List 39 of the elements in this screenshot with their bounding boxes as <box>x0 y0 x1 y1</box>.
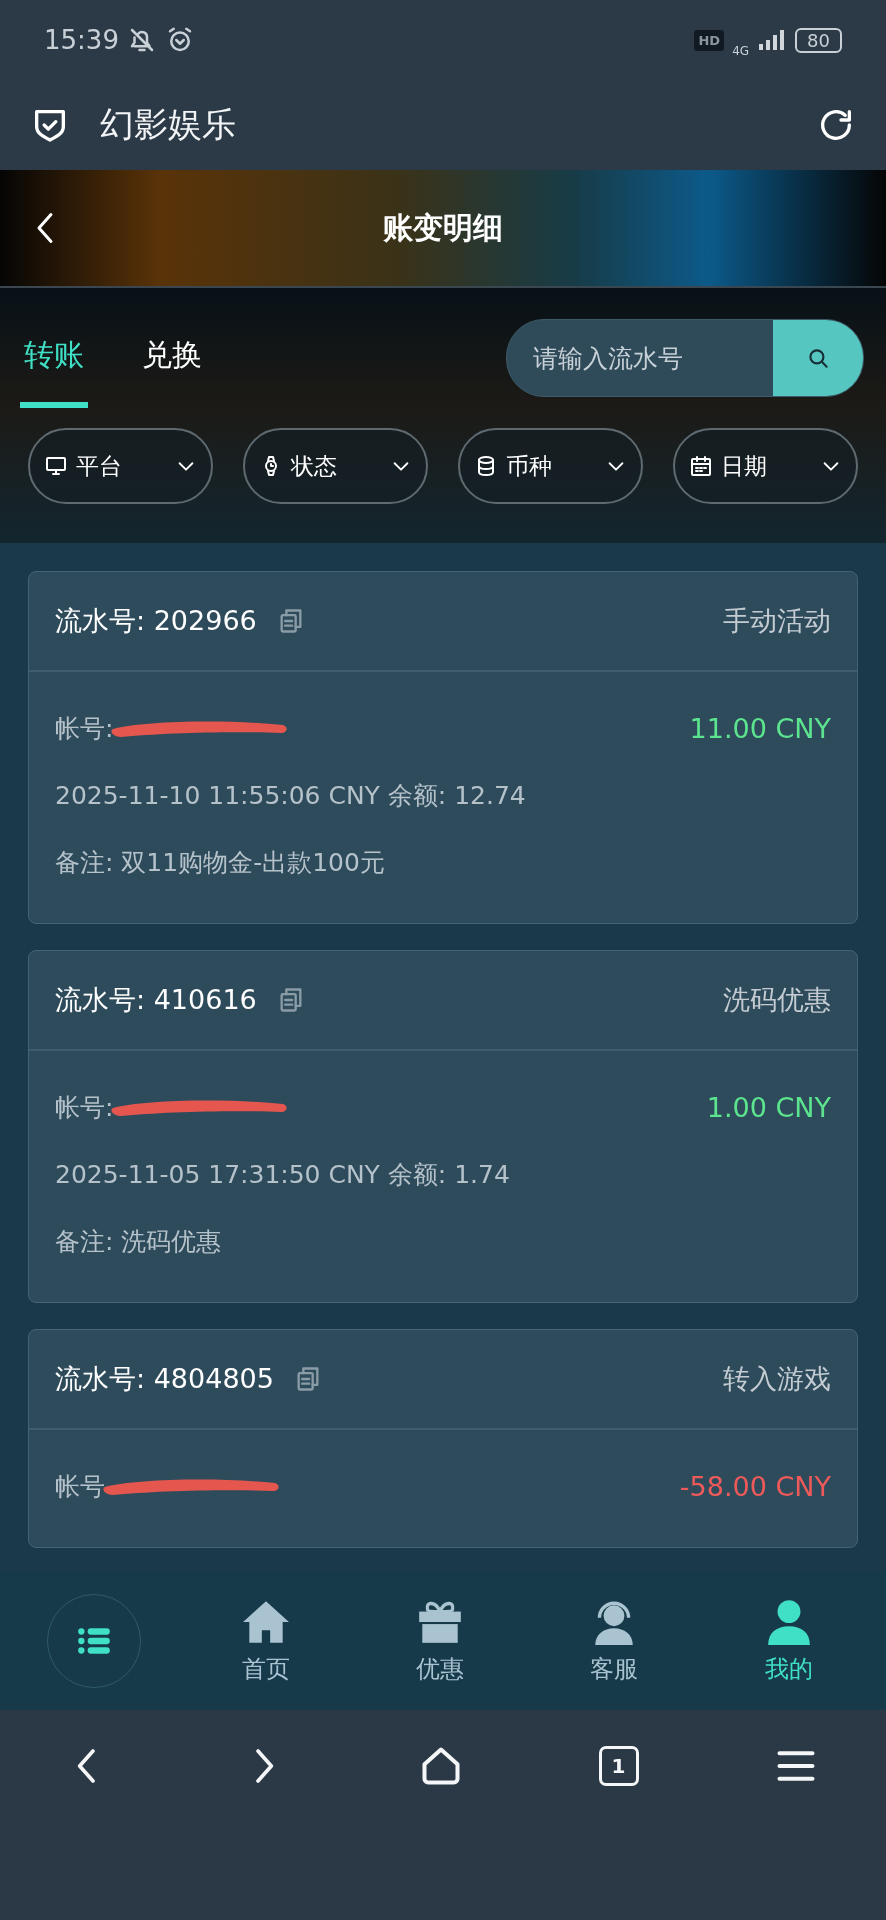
account-label: 帐号: <box>55 713 114 745</box>
nav-tab[interactable]: 我的 <box>738 1597 839 1685</box>
monitor-icon <box>44 454 68 478</box>
hd-badge: HD <box>694 29 725 51</box>
filter-dropdown[interactable]: 状态 <box>243 428 428 504</box>
transaction-type: 转入游戏 <box>723 1362 831 1396</box>
tab[interactable]: 转账 <box>20 308 88 408</box>
calendar-icon <box>689 454 713 478</box>
amount: 11.00 CNY <box>689 713 831 744</box>
nav-tab[interactable]: 客服 <box>564 1597 665 1685</box>
status-time: 15:39 <box>44 25 119 55</box>
page-title: 账变明细 <box>383 208 503 247</box>
search-input[interactable]: 请输入流水号 <box>507 320 773 396</box>
filter-dropdown[interactable]: 币种 <box>458 428 643 504</box>
app-title: 幻影娱乐 <box>100 103 237 146</box>
transaction-type: 手动活动 <box>723 604 831 638</box>
serial-number: 流水号: 202966 <box>55 604 257 638</box>
filter-dropdown[interactable]: 平台 <box>28 428 213 504</box>
home-icon[interactable] <box>419 1744 463 1788</box>
transaction-type: 洗码优惠 <box>723 983 831 1017</box>
nav-tab[interactable]: 首页 <box>215 1597 316 1685</box>
search-button[interactable] <box>773 320 863 396</box>
tab-count-button[interactable]: 1 <box>598 1746 639 1786</box>
nav-tab[interactable]: 优惠 <box>389 1597 490 1685</box>
tab[interactable]: 兑换 <box>138 308 206 408</box>
account-label: 帐号: <box>55 1092 114 1124</box>
search-field[interactable]: 请输入流水号 <box>506 319 864 397</box>
serial-number: 流水号: 4804805 <box>55 1362 274 1396</box>
transaction-note: 备注: 双11购物金-出款100元 <box>55 847 386 879</box>
amount: 1.00 CNY <box>706 1092 831 1123</box>
amount: -58.00 CNY <box>679 1471 831 1502</box>
transaction-details: 2025-11-05 17:31:50 CNY 余额: 1.74 <box>55 1159 511 1191</box>
network-label: 4G <box>732 44 750 58</box>
serial-number: 流水号: 410616 <box>55 983 257 1017</box>
account-label: 帐号 <box>55 1471 105 1503</box>
transaction-note: 备注: 洗码优惠 <box>55 1226 223 1258</box>
filter-dropdown[interactable]: 日期 <box>673 428 858 504</box>
battery-indicator: 80 <box>795 27 842 53</box>
transaction-details: 2025-11-10 11:55:06 CNY 余额: 12.74 <box>55 780 527 812</box>
